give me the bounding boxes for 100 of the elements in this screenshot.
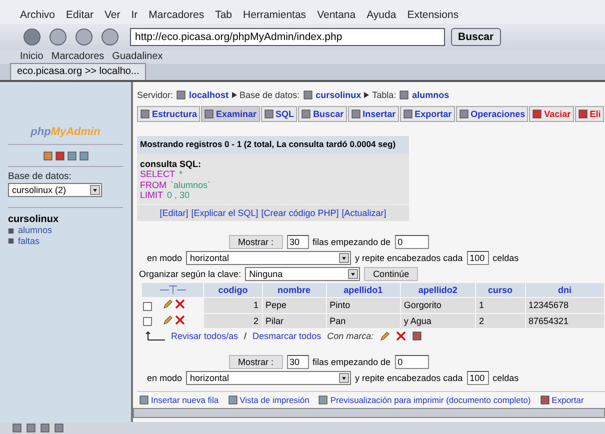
tab[interactable]: Estructura	[137, 106, 200, 122]
menu-item[interactable]: Marcadores	[148, 8, 204, 21]
server-link[interactable]: localhost	[189, 90, 229, 100]
show-button[interactable]: Mostrar :	[229, 235, 283, 250]
database-select[interactable]: cursolinux (2)	[8, 182, 102, 197]
search-button[interactable]: Buscar	[451, 28, 501, 46]
mode-select[interactable]: horizontal	[186, 251, 352, 266]
menu-item[interactable]: Herramientas	[243, 8, 306, 21]
sql-link[interactable]: [Actualizar]	[342, 208, 386, 218]
result-notice: Mostrando registros 0 - 1 (2 total, La consulta tardó 0.0004 seg)	[137, 136, 409, 154]
show-button[interactable]: Mostrar :	[229, 355, 283, 370]
menu-item[interactable]: Archivo	[20, 8, 56, 21]
tab[interactable]: Examinar	[201, 106, 260, 122]
mode-select[interactable]: horizontal	[186, 371, 352, 386]
repeat-label: y repite encabezados cada	[355, 373, 463, 384]
menu-item[interactable]: Ventana	[317, 8, 356, 21]
logo: phpMyAdmin	[8, 126, 123, 145]
tab[interactable]: Insertar	[348, 106, 399, 122]
uncheck-all-link[interactable]: Desmarcar todos	[252, 331, 322, 342]
tab-icon	[350, 109, 361, 120]
tab-icon	[578, 109, 588, 120]
tab[interactable]: SQL	[260, 106, 298, 122]
bottom-link[interactable]: Previsualización para imprimir (documento completo)	[318, 395, 531, 406]
column-header[interactable]: apellido1	[326, 283, 400, 298]
sql-link[interactable]: [Crear código PHP]	[261, 208, 339, 218]
table-cell: 12345678	[526, 298, 604, 313]
table-cell: 2	[476, 314, 525, 328]
repeat-field[interactable]: 100	[466, 371, 489, 386]
database-label: Base de datos:	[8, 172, 72, 183]
menu-item[interactable]: Ver	[104, 8, 120, 21]
with-selected-label: Con marca:	[327, 331, 374, 342]
delete-icon[interactable]	[175, 314, 186, 325]
sql-text: *	[179, 169, 183, 180]
menu-item[interactable]: Extensions	[407, 8, 459, 21]
tab[interactable]: Eli	[574, 106, 604, 122]
menu-item[interactable]: Ayuda	[366, 8, 396, 21]
delete-icon[interactable]	[175, 299, 186, 310]
table-cell: y Agua	[400, 314, 475, 328]
tab[interactable]: Vaciar	[529, 106, 574, 122]
database-label: Base de datos:	[240, 90, 300, 100]
tab-icon	[532, 109, 542, 120]
bookmark-item[interactable]: Inicio	[20, 51, 44, 63]
repeat-field[interactable]: 100	[466, 251, 489, 266]
start-field[interactable]: 0	[394, 235, 429, 250]
column-header[interactable]: dni	[526, 283, 604, 298]
horizontal-scrollbar[interactable]	[133, 408, 605, 418]
link-icon	[139, 395, 149, 406]
table-cell: 1	[204, 298, 262, 313]
sql-keyword: FROM	[140, 180, 166, 190]
start-field[interactable]: 0	[394, 355, 429, 370]
url-field[interactable]: http://eco.picasa.org/phpMyAdmin/index.php	[130, 28, 445, 46]
continue-button[interactable]: Continúe	[364, 267, 418, 282]
column-header[interactable]: curso	[476, 283, 525, 298]
menu-item[interactable]: Tab	[215, 8, 232, 21]
sql-link[interactable]: [Editar]	[160, 208, 188, 218]
tab[interactable]: Exportar	[400, 106, 455, 122]
tab[interactable]: Buscar	[298, 106, 347, 122]
bookmark-item[interactable]: Guadalinex	[112, 51, 163, 63]
rows-field[interactable]: 30	[286, 235, 309, 250]
browser-tab[interactable]: eco.picasa.org >> localho...	[10, 63, 146, 80]
sort-select[interactable]: Ninguna	[245, 267, 360, 282]
bookmark-item[interactable]: Marcadores	[51, 51, 104, 63]
tab[interactable]: Operaciones	[456, 106, 528, 122]
column-header[interactable]: codigo	[204, 283, 262, 298]
column-header[interactable]: nombre	[262, 283, 326, 298]
table-cell: Gorgorito	[400, 298, 475, 313]
menu-item[interactable]: Ir	[131, 8, 138, 21]
table-cell: Pilar	[262, 314, 326, 328]
separator: /	[244, 331, 247, 342]
sql-link[interactable]: [Explicar el SQL]	[191, 208, 258, 218]
table-link[interactable]: alumnos	[8, 225, 123, 236]
bottom-link[interactable]: Vista de impresión	[228, 395, 310, 406]
sql-text: 0 , 30	[167, 190, 190, 200]
table-link[interactable]: alumnos	[412, 90, 450, 100]
table-cell: Pan	[326, 314, 400, 328]
tab-icon	[204, 109, 214, 120]
sql-keyword: LIMIT	[140, 190, 164, 200]
bottom-link[interactable]: Insertar nueva fila	[139, 395, 219, 406]
check-all-link[interactable]: Revisar todos/as	[171, 331, 238, 342]
pencil-icon[interactable]	[380, 331, 390, 342]
bottom-link[interactable]: Exportar	[540, 395, 584, 406]
tab-icon	[458, 109, 469, 120]
row-checkbox[interactable]	[143, 302, 152, 311]
sql-text: `alumnos`	[170, 180, 211, 190]
database-link[interactable]: cursolinux	[316, 90, 362, 100]
sql-title: consulta SQL:	[140, 159, 202, 170]
column-header[interactable]: apellido2	[400, 283, 475, 298]
tab-icon	[301, 109, 312, 120]
database-name[interactable]: cursolinux	[8, 206, 123, 226]
column-arrows-icon[interactable]	[142, 283, 204, 298]
tab-icon	[264, 109, 274, 120]
row-checkbox[interactable]	[143, 316, 152, 326]
tab-icon	[140, 109, 150, 120]
table-link[interactable]: faltas	[8, 236, 123, 246]
menu-item[interactable]: Editar	[66, 8, 94, 21]
table-cell: Pepe	[262, 298, 326, 313]
delete-icon[interactable]	[396, 331, 406, 342]
from-label: filas empezando de	[312, 357, 391, 368]
rows-field[interactable]: 30	[286, 355, 309, 370]
table-cell: Pinto	[326, 298, 400, 313]
